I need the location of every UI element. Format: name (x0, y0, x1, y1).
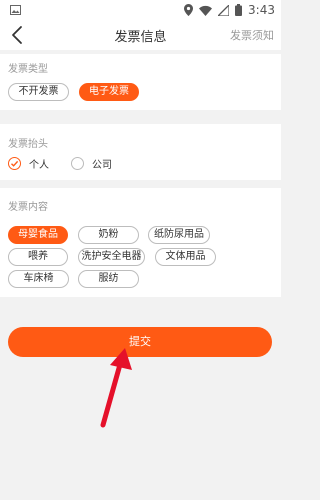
signal-icon (218, 4, 230, 16)
location-icon (184, 4, 194, 16)
battery-icon (235, 4, 243, 16)
invoice-notice-link[interactable]: 发票须知 (230, 27, 274, 43)
content-option[interactable]: 洗护安全电器 (78, 248, 145, 266)
content-option[interactable]: 母婴食品 (8, 226, 68, 244)
wifi-icon (199, 5, 213, 16)
invoice-type-title: 发票类型 (8, 64, 48, 75)
content-option[interactable]: 文体用品 (155, 248, 216, 266)
content-option[interactable]: 喂养 (8, 248, 68, 266)
content-option[interactable]: 服纺 (78, 270, 139, 288)
back-arrow-icon[interactable] (8, 24, 28, 46)
nav-bar: 发票信息 发票须知 (0, 20, 281, 50)
invoice-content-section: 发票内容 母婴食品 奶粉 纸防尿用品 喂养 洗护安全电器 文体用品 车床椅 服纺 (0, 188, 281, 297)
red-arrow-icon (100, 348, 132, 428)
invoice-header-title: 发票抬头 (8, 139, 48, 150)
invoice-header-section: 发票抬头 个人 公司 (0, 124, 281, 180)
radio-label: 公司 (92, 160, 112, 171)
status-bar: 3:43 (0, 0, 281, 20)
content-option[interactable]: 纸防尿用品 (148, 226, 210, 244)
radio-circle-icon (71, 157, 84, 170)
radio-label: 个人 (29, 160, 49, 171)
radio-option-company[interactable]: 公司 (71, 156, 112, 171)
invoice-type-option[interactable]: 不开发票 (8, 83, 69, 101)
content-option[interactable]: 奶粉 (78, 226, 139, 244)
invoice-type-option[interactable]: 电子发票 (79, 83, 139, 101)
checked-radio-icon (8, 157, 21, 170)
status-time: 3:43 (248, 3, 275, 17)
content-option[interactable]: 车床椅 (8, 270, 69, 288)
invoice-type-section: 发票类型 不开发票 电子发票 (0, 54, 281, 110)
radio-option-personal[interactable]: 个人 (8, 156, 49, 171)
submit-button[interactable]: 提交 (8, 327, 272, 357)
invoice-content-title: 发票内容 (8, 202, 48, 213)
gallery-notification-icon (10, 5, 21, 15)
